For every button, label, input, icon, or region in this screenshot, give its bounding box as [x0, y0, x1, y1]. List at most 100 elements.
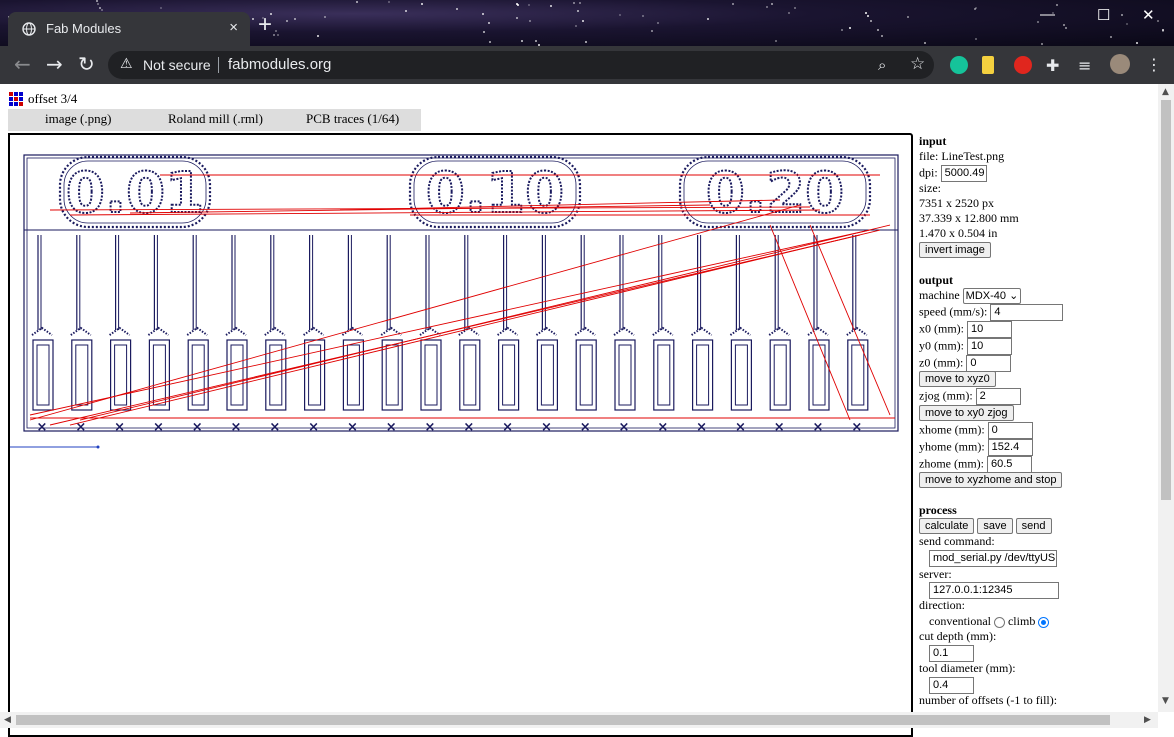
invert-image-button[interactable]: invert image: [919, 242, 991, 258]
menu-input-format[interactable]: image (.png): [45, 111, 111, 127]
zjog-input[interactable]: 2: [975, 388, 1021, 405]
pad-outline-inner: [230, 344, 244, 406]
star-dot: [766, 6, 768, 8]
star-dot: [489, 41, 491, 43]
profile-avatar[interactable]: [1110, 54, 1130, 74]
pad-outline: [420, 339, 442, 411]
pad-neck: [225, 326, 247, 336]
save-button[interactable]: save: [977, 518, 1013, 534]
pad-cross-mark: ×: [386, 420, 397, 435]
pad-outline-inner: [696, 344, 710, 406]
zjog-label: zjog (mm):: [919, 388, 973, 403]
send-command-input[interactable]: mod_serial.py /dev/ttyUSE: [929, 550, 1057, 567]
minimize-button[interactable]: —: [1040, 6, 1055, 23]
conventional-radio[interactable]: [993, 616, 1005, 628]
size-mm: 37.339 x 12.800 mm: [919, 211, 1019, 225]
pad-neck: [186, 326, 208, 336]
dpi-input[interactable]: 5000.49: [940, 165, 987, 182]
pad-outline-inner: [152, 344, 166, 406]
zoom-icon[interactable]: ⌕: [878, 56, 886, 74]
url-text[interactable]: fabmodules.org: [228, 56, 331, 73]
yhome-input[interactable]: 152.4: [987, 439, 1033, 456]
menu-dots-icon[interactable]: ⋮: [1146, 55, 1162, 75]
tool-diameter-input[interactable]: 0.4: [929, 677, 974, 694]
machine-select[interactable]: MDX-40 ⌄: [962, 288, 1022, 305]
star-dot: [841, 29, 843, 31]
star-dot: [642, 15, 644, 17]
zhome-input[interactable]: 60.5: [986, 456, 1032, 473]
new-tab-button[interactable]: +: [258, 13, 272, 37]
scroll-left-arrow-icon[interactable]: ◀: [4, 715, 11, 725]
pad-outline-inner: [36, 344, 50, 406]
vertical-scroll-thumb[interactable]: [1161, 100, 1171, 500]
vertical-scrollbar[interactable]: ▲ ▼: [1158, 84, 1174, 712]
horizontal-scroll-thumb[interactable]: [16, 715, 1110, 725]
pad-outline-inner: [463, 344, 477, 406]
z0-input[interactable]: 0: [966, 355, 1012, 372]
toolpath-canvas[interactable]: 0.01 0.10 0.20 × × × × × × × × × × × × × × × × × × × × × ×: [8, 133, 913, 737]
star-dot: [1110, 36, 1112, 38]
climb-radio[interactable]: [1038, 616, 1050, 628]
menu-process[interactable]: PCB traces (1/64): [306, 111, 399, 127]
move-xyz0-button[interactable]: move to xyz0: [919, 371, 996, 387]
star-dot: [585, 41, 587, 43]
pad-outline: [109, 339, 132, 411]
adblock-extension-icon[interactable]: [1014, 56, 1032, 74]
security-indicator[interactable]: Not secure: [143, 57, 211, 73]
maximize-button[interactable]: ☐: [1097, 6, 1110, 24]
x0-input[interactable]: 10: [967, 321, 1012, 338]
pad-neck: [303, 326, 325, 336]
xhome-label: xhome (mm):: [919, 422, 985, 437]
speed-input[interactable]: 4: [990, 304, 1064, 321]
horizontal-scrollbar[interactable]: ◀ ▶: [0, 712, 1158, 728]
scroll-up-arrow-icon[interactable]: ▲: [1162, 87, 1169, 97]
label-text: 0.10: [426, 161, 564, 226]
reading-list-icon[interactable]: ≡: [1078, 56, 1091, 76]
cut-depth-input[interactable]: 0.1: [929, 645, 974, 662]
tab-close-icon[interactable]: ×: [229, 19, 238, 36]
output-heading: output: [919, 273, 954, 287]
back-icon[interactable]: ←: [14, 54, 31, 74]
bookmark-star-icon[interactable]: ☆: [910, 54, 925, 74]
scroll-down-arrow-icon[interactable]: ▼: [1162, 696, 1169, 706]
pad-outline: [614, 339, 636, 411]
rapid-move-line: [769, 224, 851, 421]
star-dot: [1041, 43, 1043, 45]
forward-icon[interactable]: →: [46, 54, 63, 74]
server-input[interactable]: 127.0.0.1:12345: [929, 582, 1059, 599]
scroll-right-arrow-icon[interactable]: ▶: [1144, 715, 1151, 725]
pad-outline: [847, 339, 869, 411]
address-separator: [218, 57, 219, 73]
pad-neck: [652, 326, 674, 336]
star-dot: [252, 18, 254, 20]
file-label: file: LineTest.png: [919, 149, 1005, 163]
star-dot: [286, 20, 288, 22]
y0-input[interactable]: 10: [967, 338, 1012, 355]
pad-outline: [32, 339, 54, 411]
send-button[interactable]: send: [1015, 518, 1052, 534]
menu-output-format[interactable]: Roland mill (.rml): [168, 111, 263, 127]
move-xyzhome-button[interactable]: move to xyzhome and stop: [919, 472, 1063, 488]
pad-cross-mark: ×: [657, 420, 668, 435]
notes-extension-icon[interactable]: [982, 56, 994, 74]
move-xy0-zjog-button[interactable]: move to xy0 zjog: [919, 405, 1014, 421]
pad-outline-inner: [851, 344, 865, 406]
star-dot: [294, 18, 296, 20]
star-dot: [975, 38, 977, 40]
pad-cross-mark: ×: [37, 420, 48, 435]
grammarly-extension-icon[interactable]: [950, 56, 968, 74]
zhome-label: zhome (mm):: [919, 456, 984, 471]
star-dot: [579, 2, 581, 4]
close-window-button[interactable]: ✕: [1142, 6, 1155, 24]
star-dot: [775, 40, 777, 42]
pad-cross-mark: ×: [735, 420, 746, 435]
pad-cross-mark: ×: [696, 420, 707, 435]
calculate-button[interactable]: calculate: [919, 518, 975, 534]
star-dot: [1157, 20, 1159, 22]
address-bar[interactable]: ⚠ Not secure fabmodules.org ⌕ ☆: [108, 51, 934, 79]
browser-tab[interactable]: Fab Modules ×: [8, 12, 250, 46]
pad-cross-mark: ×: [308, 420, 319, 435]
xhome-input[interactable]: 0: [987, 422, 1033, 439]
reload-icon[interactable]: ↻: [78, 54, 95, 74]
extensions-puzzle-icon[interactable]: ✚: [1046, 56, 1059, 76]
